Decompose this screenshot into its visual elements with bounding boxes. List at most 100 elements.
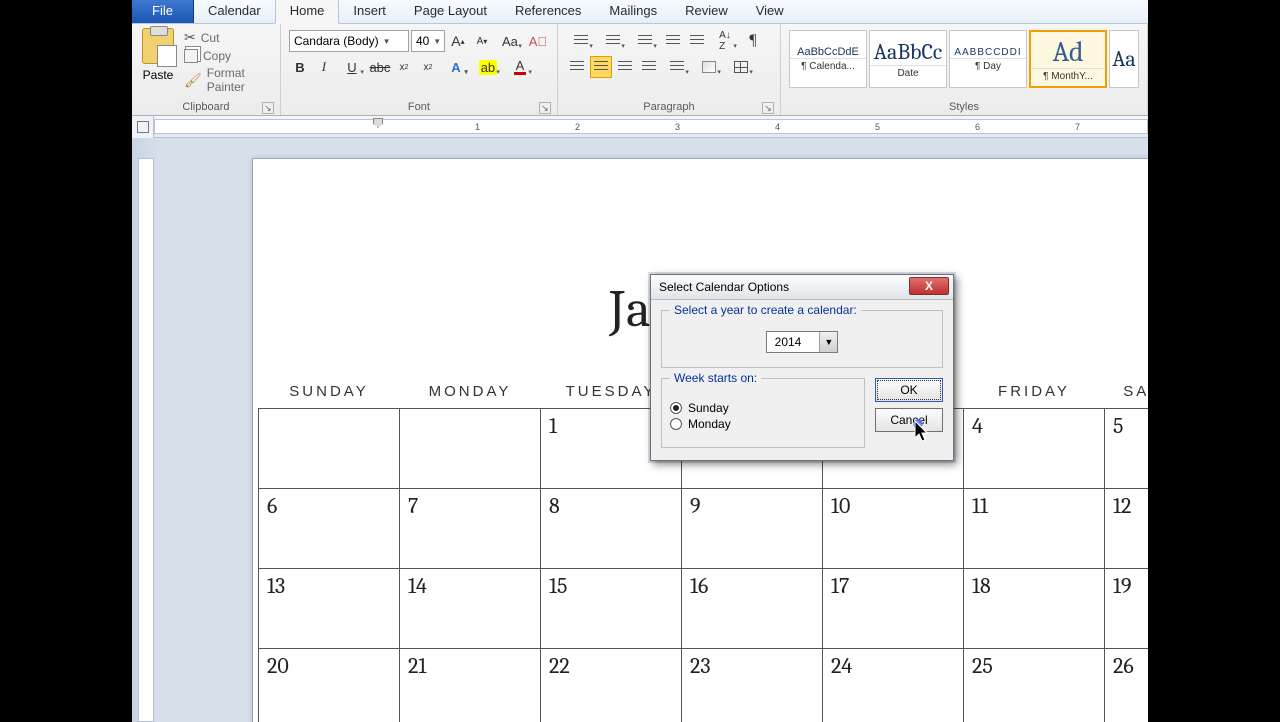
- calendar-cell[interactable]: 24: [823, 649, 964, 722]
- calendar-cell[interactable]: 7: [400, 489, 541, 569]
- italic-button[interactable]: I: [313, 56, 335, 78]
- tab-home[interactable]: Home: [275, 0, 340, 24]
- chevron-down-icon: ▼: [433, 37, 441, 46]
- calendar-cell[interactable]: 19: [1105, 569, 1149, 649]
- font-launcher[interactable]: ↘: [539, 102, 551, 114]
- dialog-titlebar[interactable]: Select Calendar Options X: [651, 275, 953, 300]
- tab-insert[interactable]: Insert: [339, 0, 400, 23]
- vertical-ruler[interactable]: [138, 158, 154, 722]
- superscript-button[interactable]: x2: [417, 56, 439, 78]
- close-button[interactable]: X: [909, 277, 949, 295]
- calendar-cell[interactable]: 6: [259, 489, 400, 569]
- bold-button[interactable]: B: [289, 56, 311, 78]
- format-painter-button[interactable]: 🖌 Format Painter: [184, 66, 272, 94]
- day-header: MONDAY: [400, 379, 541, 409]
- sort-button[interactable]: A↓Z: [710, 30, 740, 52]
- clipboard-launcher[interactable]: ↘: [262, 102, 274, 114]
- underline-button[interactable]: U: [337, 56, 367, 78]
- tab-view[interactable]: View: [742, 0, 798, 23]
- shrink-font-button[interactable]: A▾: [471, 30, 493, 52]
- calendar-cell[interactable]: 22: [541, 649, 682, 722]
- paste-button[interactable]: Paste: [136, 26, 180, 82]
- calendar-cell[interactable]: 14: [400, 569, 541, 649]
- indent-marker[interactable]: [373, 118, 383, 128]
- tab-file[interactable]: File: [132, 0, 194, 23]
- calendar-cell[interactable]: 5: [1105, 409, 1149, 489]
- styles-group-label: Styles: [949, 101, 979, 113]
- increase-indent-button[interactable]: [686, 30, 708, 52]
- change-case-button[interactable]: Aa: [495, 30, 525, 52]
- tab-review[interactable]: Review: [671, 0, 742, 23]
- borders-button[interactable]: [726, 56, 756, 78]
- font-name-dropdown[interactable]: Candara (Body) ▼: [289, 30, 409, 52]
- tab-page-layout[interactable]: Page Layout: [400, 0, 501, 23]
- tab-selector[interactable]: [132, 116, 154, 138]
- ribbon: Paste ✂ Cut Copy 🖌 Format Painter: [132, 24, 1148, 116]
- calendar-cell[interactable]: 26: [1105, 649, 1149, 722]
- clipboard-group-label: Clipboard: [182, 101, 229, 113]
- paste-icon: [142, 28, 174, 64]
- calendar-cell[interactable]: 12: [1105, 489, 1149, 569]
- scissors-icon: ✂: [184, 29, 196, 46]
- calendar-cell[interactable]: 15: [541, 569, 682, 649]
- calendar-cell[interactable]: 21: [400, 649, 541, 722]
- line-spacing-button[interactable]: [662, 56, 692, 78]
- calendar-cell[interactable]: 20: [259, 649, 400, 722]
- calendar-cell[interactable]: 8: [541, 489, 682, 569]
- align-left-button[interactable]: [566, 56, 588, 78]
- highlight-button[interactable]: ab: [473, 56, 503, 78]
- style-tile-day[interactable]: AABBCCDDI ¶ Day: [949, 30, 1027, 88]
- align-center-button[interactable]: [590, 56, 612, 78]
- radio-sunday[interactable]: Sunday: [670, 401, 856, 415]
- decrease-indent-button[interactable]: [662, 30, 684, 52]
- show-hide-button[interactable]: ¶: [742, 30, 764, 52]
- calendar-cell[interactable]: [400, 409, 541, 489]
- year-legend: Select a year to create a calendar:: [670, 303, 861, 317]
- calendar-cell[interactable]: 18: [964, 569, 1105, 649]
- calendar-cell[interactable]: 16: [682, 569, 823, 649]
- strikethrough-button[interactable]: abc: [369, 56, 391, 78]
- bullets-button[interactable]: [566, 30, 596, 52]
- calendar-cell[interactable]: 11: [964, 489, 1105, 569]
- align-right-button[interactable]: [614, 56, 636, 78]
- horizontal-ruler[interactable]: 1 2 3 4 5 6 7: [132, 116, 1148, 138]
- calendar-cell[interactable]: 13: [259, 569, 400, 649]
- chevron-down-icon: ▼: [383, 37, 391, 46]
- multilevel-button[interactable]: [630, 30, 660, 52]
- cut-button[interactable]: ✂ Cut: [184, 29, 272, 46]
- calendar-cell[interactable]: [259, 409, 400, 489]
- tab-references[interactable]: References: [501, 0, 595, 23]
- shading-button[interactable]: [694, 56, 724, 78]
- calendar-cell[interactable]: 23: [682, 649, 823, 722]
- cancel-button[interactable]: Cancel: [875, 408, 943, 432]
- calendar-cell[interactable]: 4: [964, 409, 1105, 489]
- tab-calendar[interactable]: Calendar: [194, 0, 275, 23]
- radio-monday[interactable]: Monday: [670, 417, 856, 431]
- style-tile-date[interactable]: AaBbCc Date: [869, 30, 947, 88]
- font-name-value: Candara (Body): [294, 34, 379, 48]
- copy-button[interactable]: Copy: [184, 49, 272, 63]
- subscript-button[interactable]: x2: [393, 56, 415, 78]
- paragraph-launcher[interactable]: ↘: [762, 102, 774, 114]
- document-area[interactable]: January 2013 SUNDAY MONDAY TUESDAY WEDNE…: [132, 138, 1148, 722]
- font-color-button[interactable]: A: [505, 56, 535, 78]
- grow-font-button[interactable]: A▴: [447, 30, 469, 52]
- calendar-cell[interactable]: 9: [682, 489, 823, 569]
- ok-button[interactable]: OK: [875, 378, 943, 402]
- text-effects-button[interactable]: A: [441, 56, 471, 78]
- tab-mailings[interactable]: Mailings: [595, 0, 671, 23]
- style-name: Date: [870, 65, 946, 79]
- font-size-dropdown[interactable]: 40 ▼: [411, 30, 445, 52]
- numbering-button[interactable]: [598, 30, 628, 52]
- justify-button[interactable]: [638, 56, 660, 78]
- font-group-label: Font: [408, 101, 430, 113]
- calendar-cell[interactable]: 10: [823, 489, 964, 569]
- calendar-cell[interactable]: 17: [823, 569, 964, 649]
- clear-formatting-button[interactable]: A⃠: [527, 30, 549, 52]
- year-dropdown[interactable]: 2014 ▼: [766, 331, 839, 353]
- style-tile-calendar[interactable]: AaBbCcDdE ¶ Calenda...: [789, 30, 867, 88]
- calendar-cell[interactable]: 25: [964, 649, 1105, 722]
- style-tile-more[interactable]: Aa: [1109, 30, 1139, 88]
- calendar-options-dialog: Select Calendar Options X Select a year …: [650, 274, 954, 461]
- style-tile-monthy[interactable]: Ad ¶ MonthY...: [1029, 30, 1107, 88]
